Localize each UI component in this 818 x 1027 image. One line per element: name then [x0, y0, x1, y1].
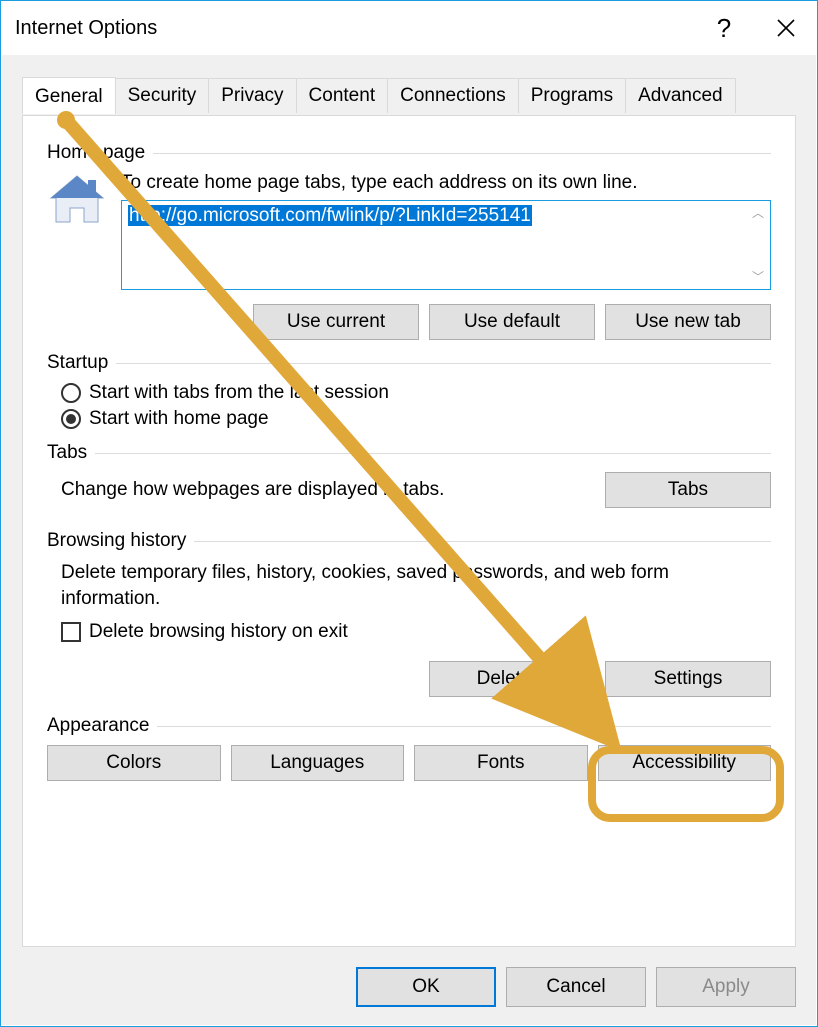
fonts-button[interactable]: Fonts	[414, 745, 588, 781]
tabstrip: General Security Privacy Content Connect…	[22, 77, 796, 113]
home-page-legend: Home page	[47, 142, 153, 164]
home-page-instruction: To create home page tabs, type each addr…	[121, 172, 771, 194]
accessibility-button[interactable]: Accessibility	[598, 745, 772, 781]
home-icon	[47, 172, 107, 340]
scroll-up-icon: ︿	[752, 207, 764, 219]
close-icon	[777, 19, 795, 37]
tabs-legend: Tabs	[47, 442, 95, 464]
home-page-group: Home page To create home page tabs, type…	[47, 142, 771, 340]
home-page-input[interactable]: http://go.microsoft.com/fwlink/p/?LinkId…	[121, 200, 771, 290]
colors-button[interactable]: Colors	[47, 745, 221, 781]
general-tab-panel: Home page To create home page tabs, type…	[22, 115, 796, 947]
use-new-tab-button[interactable]: Use new tab	[605, 304, 771, 340]
use-default-button[interactable]: Use default	[429, 304, 595, 340]
checkbox-icon	[61, 622, 81, 642]
startup-home-page-radio[interactable]: Start with home page	[61, 408, 771, 430]
window-title: Internet Options	[15, 17, 693, 40]
appearance-group: Appearance Colors Languages Fonts Access…	[47, 715, 771, 781]
tab-privacy[interactable]: Privacy	[208, 78, 296, 113]
tabs-description: Change how webpages are displayed in tab…	[61, 479, 585, 501]
tab-programs[interactable]: Programs	[518, 78, 626, 113]
browsing-history-legend: Browsing history	[47, 530, 194, 552]
tab-advanced[interactable]: Advanced	[625, 78, 736, 113]
startup-home-page-label: Start with home page	[89, 408, 269, 430]
internet-options-dialog: Internet Options ? General Security Priv…	[0, 0, 818, 1027]
tab-connections[interactable]: Connections	[387, 78, 519, 113]
dialog-button-row: OK Cancel Apply	[356, 967, 796, 1007]
titlebar: Internet Options ?	[1, 1, 817, 55]
startup-last-session-radio[interactable]: Start with tabs from the last session	[61, 382, 771, 404]
appearance-legend: Appearance	[47, 715, 157, 737]
browsing-history-description: Delete temporary files, history, cookies…	[61, 560, 771, 611]
browsing-history-delete-button[interactable]: Delete...	[429, 661, 595, 697]
client-area: General Security Privacy Content Connect…	[2, 55, 816, 1025]
delete-on-exit-checkbox[interactable]: Delete browsing history on exit	[61, 621, 771, 643]
tabs-settings-button[interactable]: Tabs	[605, 472, 771, 508]
startup-group: Startup Start with tabs from the last se…	[47, 352, 771, 430]
tab-general[interactable]: General	[22, 77, 116, 114]
delete-on-exit-label: Delete browsing history on exit	[89, 621, 348, 643]
radio-icon	[61, 409, 81, 429]
startup-last-session-label: Start with tabs from the last session	[89, 382, 389, 404]
use-current-button[interactable]: Use current	[253, 304, 419, 340]
tab-content[interactable]: Content	[296, 78, 389, 113]
browsing-history-group: Browsing history Delete temporary files,…	[47, 530, 771, 697]
startup-legend: Startup	[47, 352, 116, 374]
tab-security[interactable]: Security	[115, 78, 210, 113]
tabs-group: Tabs Change how webpages are displayed i…	[47, 442, 771, 508]
home-page-value: http://go.microsoft.com/fwlink/p/?LinkId…	[128, 205, 532, 226]
close-button[interactable]	[755, 1, 817, 55]
cancel-button[interactable]: Cancel	[506, 967, 646, 1007]
languages-button[interactable]: Languages	[231, 745, 405, 781]
home-page-scrollbar[interactable]: ︿ ﹀	[746, 201, 770, 289]
apply-button[interactable]: Apply	[656, 967, 796, 1007]
radio-icon	[61, 383, 81, 403]
help-button[interactable]: ?	[693, 1, 755, 55]
ok-button[interactable]: OK	[356, 967, 496, 1007]
scroll-down-icon: ﹀	[752, 271, 764, 283]
browsing-history-settings-button[interactable]: Settings	[605, 661, 771, 697]
